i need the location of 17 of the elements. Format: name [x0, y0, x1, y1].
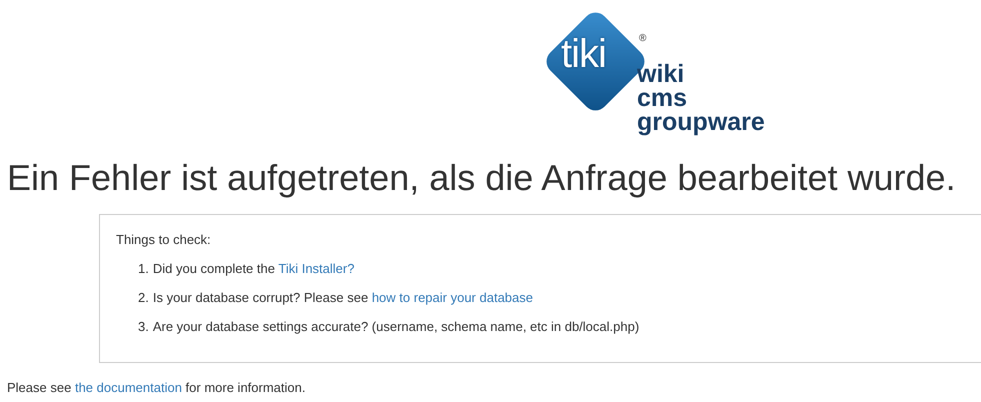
item-number: 2. — [138, 289, 149, 307]
logo-mark: tiki — [561, 34, 606, 74]
item-number: 3. — [138, 318, 149, 336]
registered-mark: ® — [639, 34, 646, 44]
footer-note: Please see the documentation for more information. — [7, 379, 306, 397]
help-link[interactable]: Tiki Installer? — [278, 261, 354, 276]
logo-tagline: cms — [637, 86, 688, 110]
item-number: 1. — [138, 260, 149, 278]
panel-title: Things to check: — [116, 231, 212, 249]
help-link[interactable]: how to repair your database — [372, 290, 533, 305]
error-heading: Ein Fehler ist aufgetreten, als die Anfrage bearbeitet wurde. — [7, 156, 957, 200]
logo-tagline: groupware — [637, 110, 765, 134]
logo-tagline: wiki — [637, 62, 686, 86]
checklist-item: Did you complete the Tiki Installer? — [152, 260, 354, 278]
checklist-item: Is your database corrupt? Please see how to repair your database — [152, 289, 533, 307]
checklist-item: Are your database settings accurate? (username, schema name, etc in db/local.php) — [152, 318, 640, 336]
documentation-link[interactable]: the documentation — [74, 380, 182, 395]
